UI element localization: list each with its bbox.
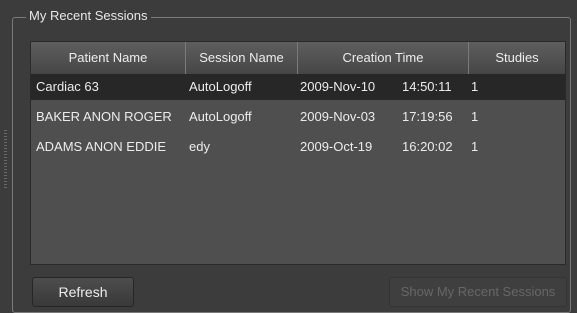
refresh-button[interactable]: Refresh: [32, 277, 134, 307]
column-header-studies[interactable]: Studies: [469, 42, 565, 74]
cell-patient-name: BAKER ANON ROGER: [36, 109, 172, 124]
table-row[interactable]: Cardiac 63 AutoLogoff 2009-Nov-10 14:50:…: [31, 74, 565, 100]
cell-studies: 1: [471, 139, 479, 154]
table-row[interactable]: BAKER ANON ROGER AutoLogoff 2009-Nov-03 …: [31, 104, 565, 130]
cell-creation-date: 2009-Nov-03: [300, 109, 376, 124]
cell-creation-time: 14:50:11: [402, 79, 452, 94]
cell-creation-date: 2009-Oct-19: [300, 139, 373, 154]
splitter-grip[interactable]: [4, 130, 7, 190]
cell-studies: 1: [471, 109, 479, 124]
cell-studies: 1: [471, 79, 479, 94]
sessions-table: Patient Name Session Name Creation Time …: [30, 41, 566, 265]
cell-session-name: AutoLogoff: [189, 109, 252, 124]
table-header: Patient Name Session Name Creation Time …: [31, 42, 565, 75]
cell-patient-name: ADAMS ANON EDDIE: [36, 139, 167, 154]
column-header-creation-time[interactable]: Creation Time: [298, 42, 469, 74]
table-row[interactable]: ADAMS ANON EDDIE edy 2009-Oct-19 16:20:0…: [31, 134, 565, 160]
group-title: My Recent Sessions: [26, 8, 151, 24]
cell-session-name: edy: [189, 139, 210, 154]
cell-creation-time: 16:20:02: [402, 139, 453, 154]
column-header-session-name[interactable]: Session Name: [186, 42, 298, 74]
cell-patient-name: Cardiac 63: [36, 79, 99, 94]
cell-creation-time: 17:19:56: [402, 109, 453, 124]
cell-creation-date: 2009-Nov-10: [300, 79, 376, 94]
cell-session-name: AutoLogoff: [189, 79, 252, 94]
column-header-patient-name[interactable]: Patient Name: [31, 42, 186, 74]
show-recent-sessions-button[interactable]: Show My Recent Sessions: [389, 277, 567, 307]
